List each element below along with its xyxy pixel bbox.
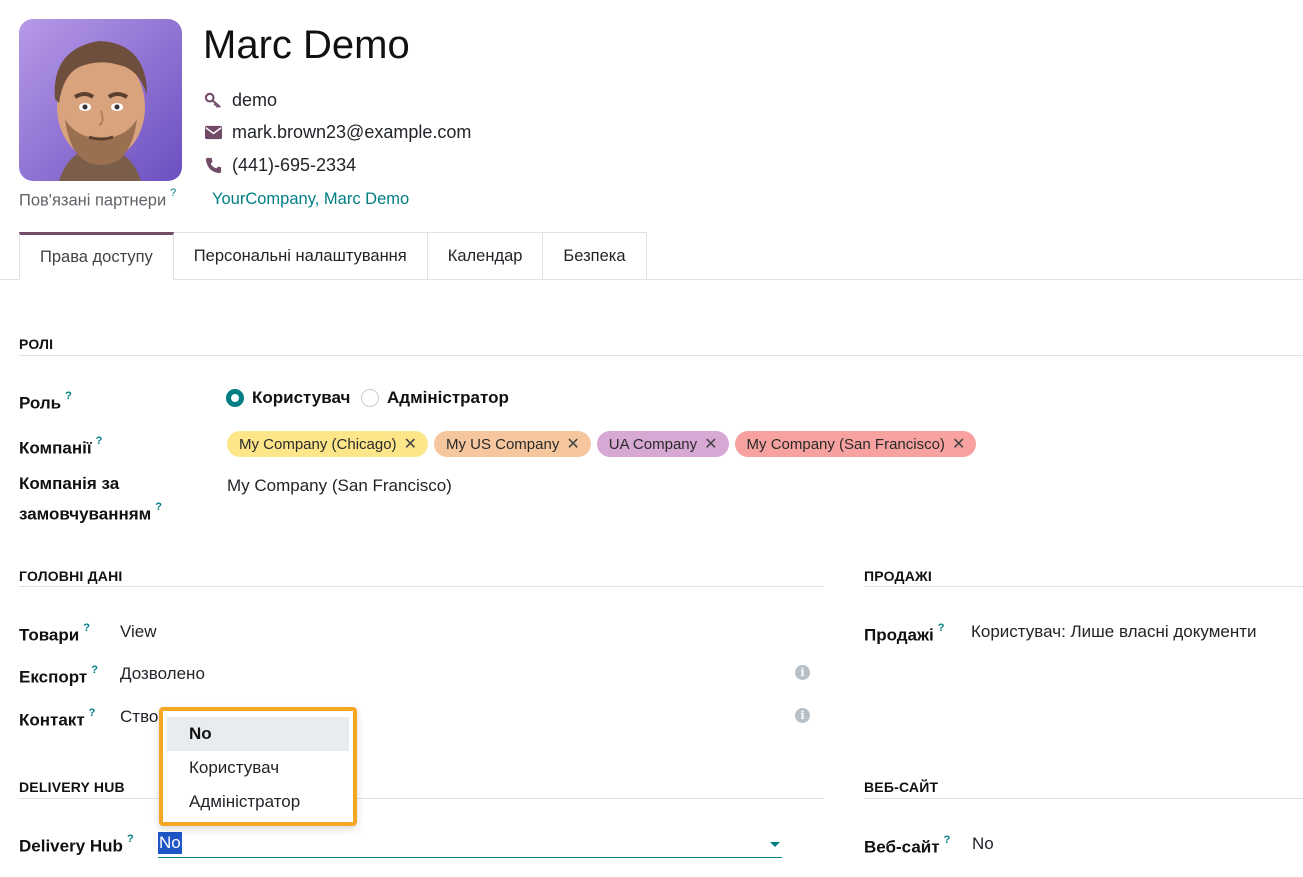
default-company-value[interactable]: My Company (San Francisco) bbox=[227, 476, 452, 496]
user-login: demo bbox=[232, 90, 278, 110]
remove-tag-icon[interactable]: ✕ bbox=[566, 434, 579, 454]
website-value[interactable]: No bbox=[972, 834, 994, 854]
delivery-hub-select[interactable]: No bbox=[158, 830, 782, 858]
delivery-hub-dropdown: No Користувач Адміністратор bbox=[159, 707, 357, 826]
info-icon[interactable]: i bbox=[795, 708, 810, 723]
help-icon[interactable]: ? bbox=[65, 390, 72, 402]
section-title-main-data: ГОЛОВНІ ДАНІ bbox=[19, 568, 123, 584]
radio-unchecked-icon[interactable] bbox=[361, 389, 379, 407]
delivery-hub-label: Delivery Hub? bbox=[19, 833, 134, 856]
dropdown-option-admin[interactable]: Адміністратор bbox=[167, 785, 349, 819]
email-row: mark.brown23@example.com bbox=[204, 122, 471, 143]
related-partners-value[interactable]: YourCompany, Marc Demo bbox=[212, 190, 409, 209]
default-company-label: Компанія за замовчуванням? bbox=[19, 474, 162, 524]
help-icon[interactable]: ? bbox=[127, 833, 134, 845]
tab-calendar[interactable]: Календар bbox=[427, 232, 544, 280]
company-tag[interactable]: My Company (San Francisco) ✕ bbox=[734, 431, 977, 457]
remove-tag-icon[interactable]: ✕ bbox=[704, 434, 717, 454]
section-title-website: ВЕБ-САЙТ bbox=[864, 779, 939, 795]
tab-access-rights[interactable]: Права доступу bbox=[19, 232, 174, 280]
user-avatar[interactable] bbox=[19, 19, 182, 181]
sales-label: Продажі? bbox=[864, 622, 945, 645]
tab-bar: Права доступу Персональні налаштування К… bbox=[19, 232, 647, 280]
contact-label: Контакт? bbox=[19, 707, 96, 730]
section-title-roles: РОЛІ bbox=[19, 336, 54, 352]
phone-icon bbox=[205, 157, 222, 174]
tab-preferences[interactable]: Персональні налаштування bbox=[173, 232, 428, 280]
remove-tag-icon[interactable]: ✕ bbox=[952, 434, 965, 454]
section-divider bbox=[19, 355, 1303, 356]
section-title-sales: ПРОДАЖІ bbox=[864, 568, 932, 584]
tab-security[interactable]: Безпека bbox=[543, 232, 647, 280]
section-divider bbox=[19, 586, 824, 587]
delivery-hub-selected-value[interactable]: No bbox=[158, 832, 182, 854]
dropdown-option-user[interactable]: Користувач bbox=[167, 751, 349, 785]
companies-label: Компанії? bbox=[19, 435, 103, 458]
products-value[interactable]: View bbox=[120, 622, 157, 642]
user-name: Marc Demo bbox=[203, 23, 410, 67]
role-radio-user[interactable]: Користувач bbox=[226, 388, 350, 408]
key-icon bbox=[204, 92, 221, 108]
user-email: mark.brown23@example.com bbox=[232, 122, 472, 142]
website-label: Веб-сайт? bbox=[864, 834, 951, 857]
contact-value[interactable]: Ство bbox=[120, 707, 158, 727]
company-tag[interactable]: My US Company ✕ bbox=[433, 431, 591, 457]
radio-checked-icon[interactable] bbox=[226, 389, 244, 407]
help-icon[interactable]: ? bbox=[91, 664, 98, 676]
products-label: Товари? bbox=[19, 622, 90, 645]
help-icon[interactable]: ? bbox=[155, 501, 162, 513]
remove-tag-icon[interactable]: ✕ bbox=[404, 434, 417, 454]
help-icon[interactable]: ? bbox=[83, 622, 90, 634]
help-icon[interactable]: ? bbox=[170, 187, 176, 199]
user-phone: (441)-695-2334 bbox=[232, 155, 357, 175]
companies-tags: My Company (Chicago) ✕ My US Company ✕ UA … bbox=[227, 431, 977, 457]
help-icon[interactable]: ? bbox=[938, 622, 945, 634]
help-icon[interactable]: ? bbox=[944, 834, 951, 846]
section-divider bbox=[19, 798, 824, 799]
sales-value[interactable]: Користувач: Лише власні документи bbox=[971, 622, 1257, 642]
related-partners-label: Пов'язані партнери? bbox=[19, 187, 177, 210]
role-label: Роль? bbox=[19, 390, 72, 413]
login-row: demo bbox=[204, 90, 277, 111]
caret-down-icon[interactable] bbox=[770, 842, 780, 847]
section-divider bbox=[864, 586, 1303, 587]
dropdown-option-no[interactable]: No bbox=[167, 717, 349, 751]
role-radio-admin[interactable]: Адміністратор bbox=[361, 388, 509, 408]
section-divider bbox=[864, 798, 1303, 799]
export-value[interactable]: Дозволено bbox=[120, 664, 205, 684]
help-icon[interactable]: ? bbox=[89, 707, 96, 719]
phone-row: (441)-695-2334 bbox=[204, 155, 356, 176]
info-icon[interactable]: i bbox=[795, 665, 810, 680]
envelope-icon bbox=[204, 125, 223, 140]
section-title-delivery-hub: DELIVERY HUB bbox=[19, 779, 125, 795]
company-tag[interactable]: UA Company ✕ bbox=[596, 431, 729, 457]
help-icon[interactable]: ? bbox=[96, 435, 103, 447]
export-label: Експорт? bbox=[19, 664, 98, 687]
company-tag[interactable]: My Company (Chicago) ✕ bbox=[227, 431, 428, 457]
